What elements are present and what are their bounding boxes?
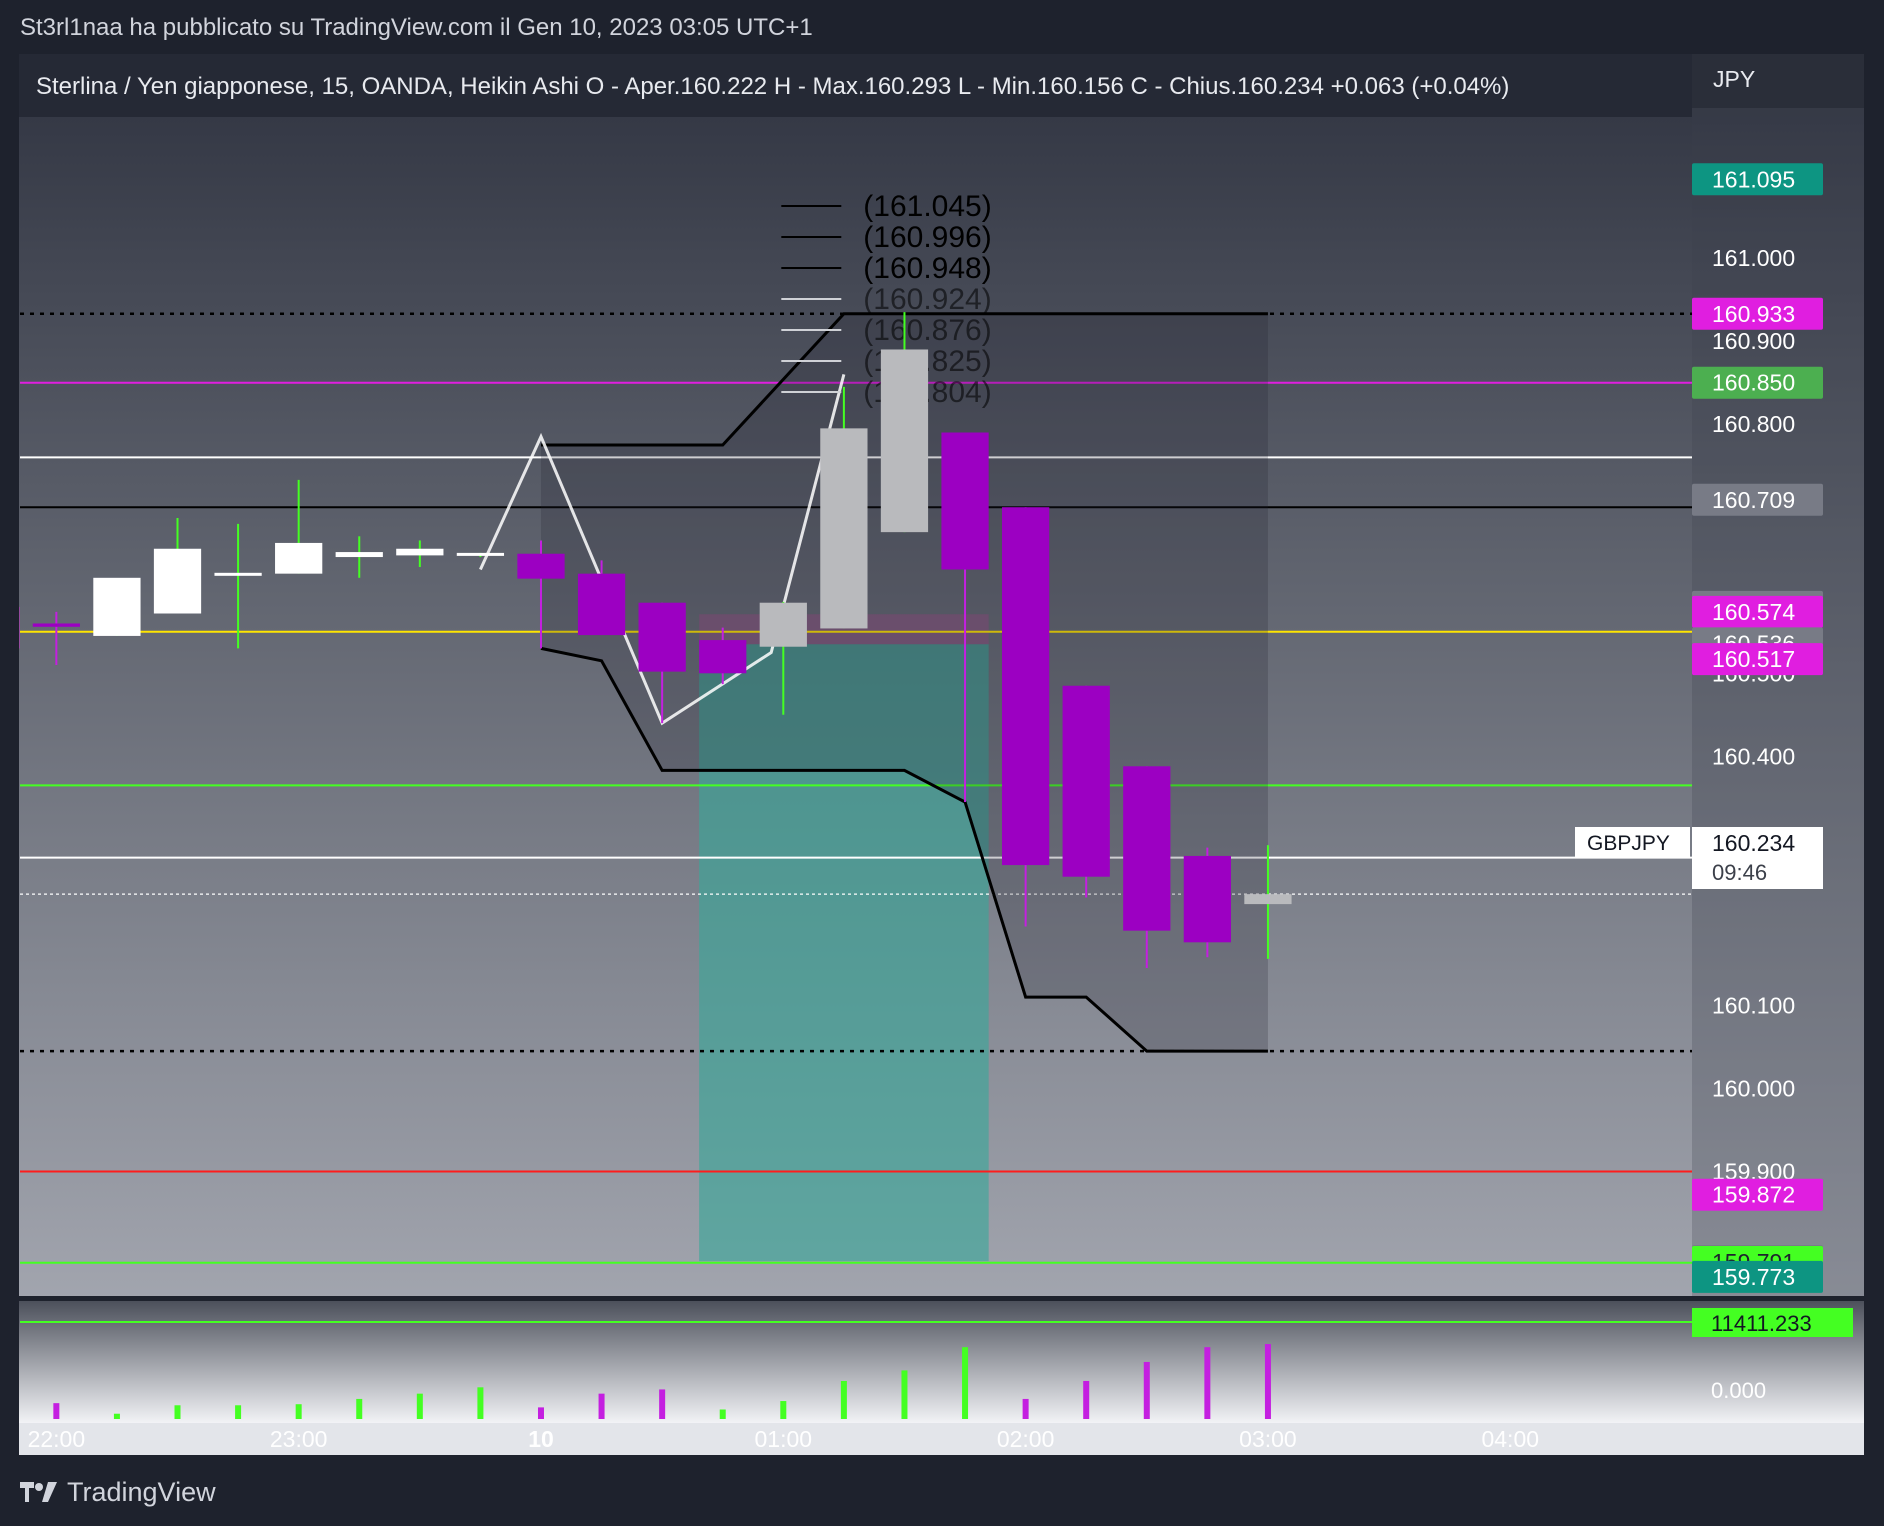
ohlc-low: L - Min.160.156: [958, 73, 1124, 100]
price-label-7: 160.517: [1712, 646, 1795, 672]
fib-label-4: (160.876): [863, 314, 991, 347]
volume-bar-17: [1022, 1398, 1029, 1419]
volume-bar-14: [840, 1380, 847, 1419]
price-label-5: 160.574: [1712, 599, 1795, 625]
ohlc-close: C - Chius.160.234: [1130, 73, 1323, 100]
volume-bar-13: [780, 1401, 787, 1419]
candle-body-20: [1183, 855, 1231, 943]
price-label-1: 160.933: [1712, 301, 1795, 327]
price-tick-0: 161.000: [1712, 245, 1795, 271]
candle-body-6: [335, 552, 383, 558]
volume-max-label: 11411.233: [1711, 1311, 1812, 1336]
candle-body-5: [275, 542, 323, 574]
volume-bar-10: [598, 1393, 605, 1419]
candle-body-3: [153, 548, 202, 614]
time-tick-2: 10: [528, 1426, 554, 1452]
volume-bar-12: [719, 1409, 726, 1419]
pane-separator: [19, 1296, 1864, 1301]
fib-label-3: (160.924): [863, 283, 991, 316]
candle-body-7: [396, 548, 444, 556]
volume-bar-4: [235, 1405, 242, 1419]
volume-zero-label: 0.000: [1711, 1378, 1766, 1403]
candle-body-14: [820, 428, 868, 629]
volume-bar-9: [537, 1407, 544, 1419]
publish-caption: St3rl1naa ha pubblicato su TradingView.c…: [20, 14, 813, 41]
price-tick-6: 160.000: [1712, 1075, 1795, 1101]
volume-bar-16: [962, 1347, 969, 1419]
price-chart[interactable]: (161.045)(160.996)(160.948)(160.924)(160…: [19, 54, 1864, 1455]
volume-bar-7: [416, 1393, 423, 1419]
currency-label: JPY: [1713, 66, 1755, 92]
time-tick-1: 23:00: [270, 1426, 328, 1452]
price-label-0: 161.095: [1712, 166, 1795, 192]
countdown-label: 09:46: [1712, 860, 1767, 885]
candle-body-17: [1001, 507, 1050, 866]
candle-body-4: [214, 572, 262, 576]
last-price-label: 160.234: [1712, 830, 1795, 856]
fib-label-0: (161.045): [863, 190, 991, 223]
volume-bar-15: [901, 1370, 908, 1419]
chart-panel[interactable]: (161.045) (160.996) (160.948) (160.924) (160…: [19, 54, 1864, 1455]
price-tick-4: 160.400: [1712, 743, 1795, 769]
candle-body-18: [1062, 685, 1110, 877]
ohlc-change: +0.063 (+0.04%): [1331, 73, 1510, 100]
candle-body-11: [638, 602, 686, 672]
volume-bar-21: [1264, 1344, 1271, 1419]
volume-bar-3: [174, 1405, 181, 1419]
fib-label-2: (160.948): [863, 252, 991, 285]
fib-label-1: (160.996): [863, 221, 991, 254]
volume-bar-1: [53, 1403, 60, 1419]
candle-body-2: [93, 577, 141, 636]
tradingview-logo-icon: [20, 1482, 57, 1502]
candle-body-10: [577, 573, 626, 636]
candle-body-15: [880, 349, 929, 533]
candle-body-21: [1244, 894, 1292, 905]
symbol-label: GBPJPY: [1587, 832, 1670, 855]
time-tick-6: 04:00: [1481, 1426, 1539, 1452]
price-label-2: 160.850: [1712, 370, 1795, 396]
candle-body-16: [941, 432, 989, 570]
volume-bar-6: [356, 1398, 363, 1419]
price-tick-5: 160.100: [1712, 992, 1795, 1018]
candle-body-9: [517, 553, 565, 579]
ohlc-open: O - Aper.160.222: [586, 73, 767, 100]
candle-body-13: [759, 602, 807, 647]
volume-bar-2: [113, 1413, 120, 1419]
price-label-3: 160.709: [1712, 487, 1795, 513]
volume-bar-11: [659, 1389, 666, 1419]
time-tick-5: 03:00: [1239, 1426, 1297, 1452]
candle-body-1: [32, 623, 80, 627]
volume-bar-8: [477, 1387, 484, 1419]
candle-body-12: [699, 640, 747, 674]
volume-bar-19: [1143, 1361, 1150, 1419]
price-tick-2: 160.800: [1712, 411, 1795, 437]
volume-bar-18: [1083, 1380, 1090, 1419]
time-tick-4: 02:00: [997, 1426, 1055, 1452]
time-tick-0: 22:00: [28, 1426, 86, 1452]
volume-bar-5: [295, 1404, 302, 1419]
price-label-9: 159.872: [1712, 1182, 1795, 1208]
chart-title: Sterlina / Yen giapponese, 15, OANDA, He…: [36, 73, 579, 100]
candle-body-19: [1123, 766, 1171, 931]
time-tick-3: 01:00: [755, 1426, 813, 1452]
price-tick-1: 160.900: [1712, 328, 1795, 354]
ohlc-high: H - Max.160.293: [774, 73, 951, 100]
tradingview-brand: TradingView: [67, 1476, 216, 1507]
volume-bar-20: [1204, 1347, 1211, 1419]
footer-brand[interactable]: TradingView: [20, 1476, 216, 1508]
candle-body-8: [456, 552, 505, 556]
legend-ohlc: Sterlina / Yen giapponese, 15, OANDA, He…: [36, 73, 1509, 100]
price-label-12: 159.773: [1712, 1264, 1795, 1290]
